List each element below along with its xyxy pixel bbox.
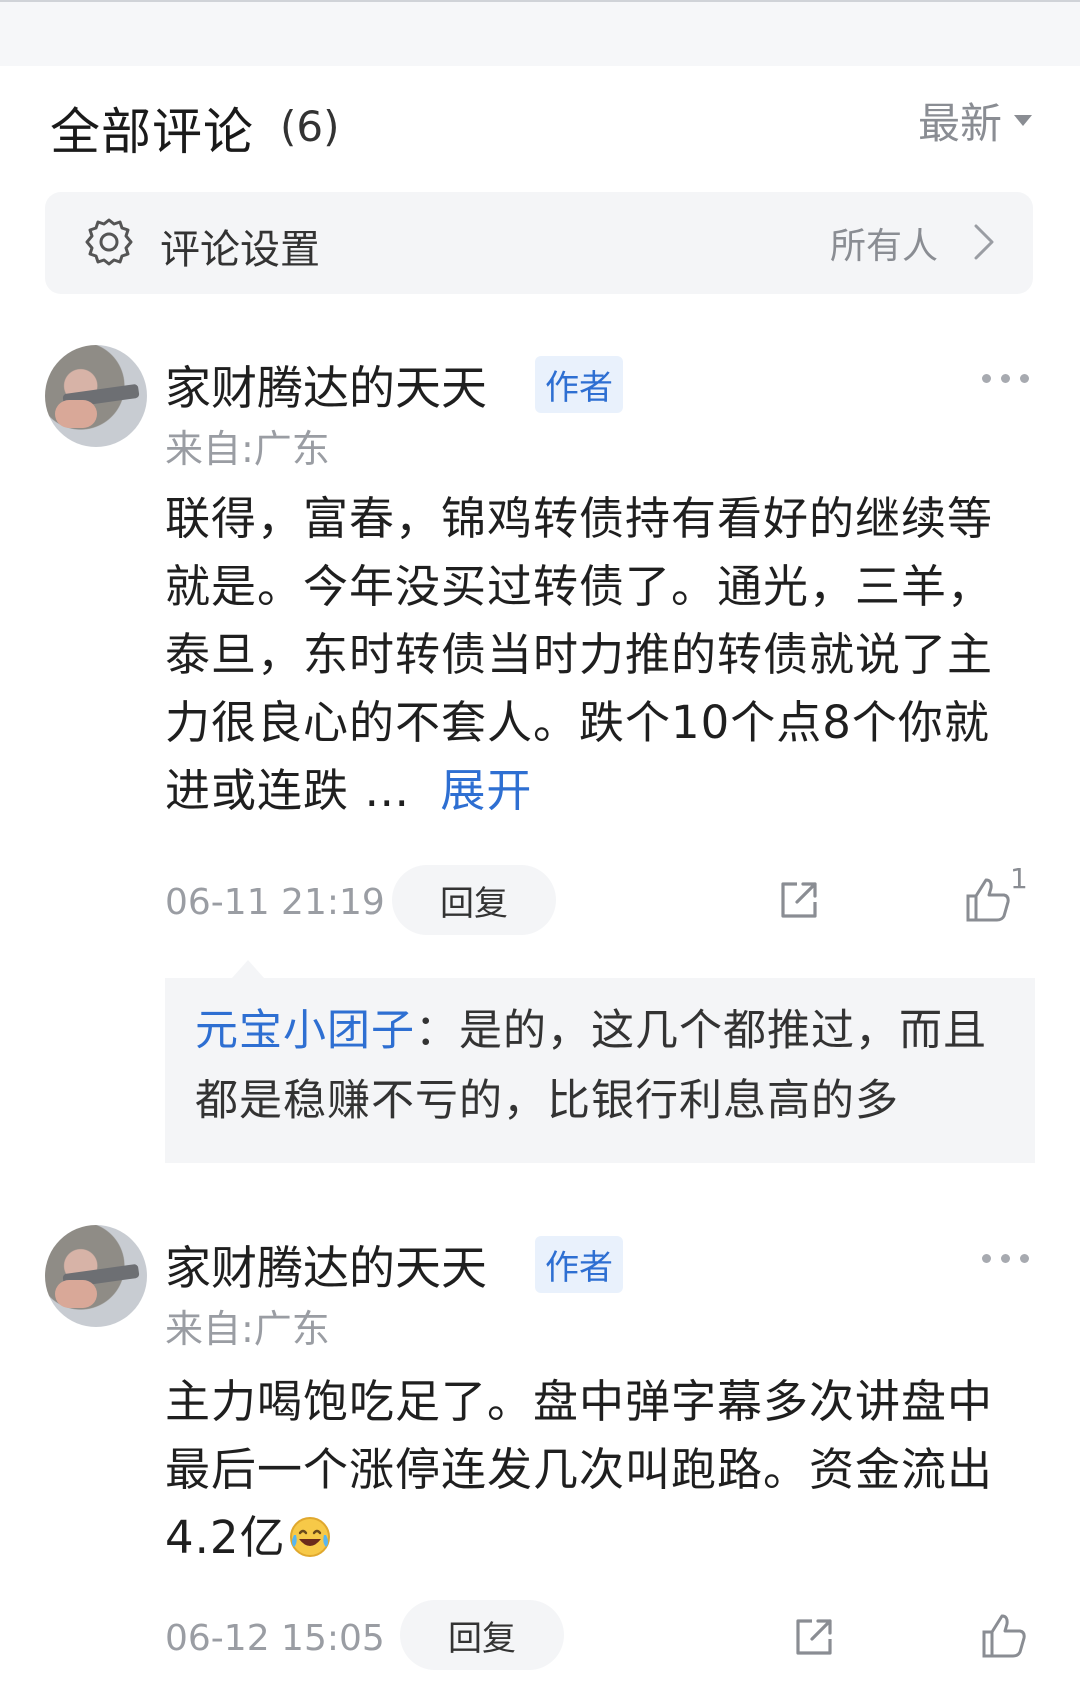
- author-badge: 作者: [535, 1236, 623, 1293]
- comment-body: 联得，富春，锦鸡转债持有看好的继续等就是。今年没买过转债了。通光，三羊，泰旦，东…: [165, 492, 994, 817]
- chevron-right-icon: [974, 224, 994, 260]
- comments-title: 全部评论: [50, 103, 254, 161]
- top-divider-strip: [0, 0, 1080, 66]
- gear-icon: [85, 218, 133, 266]
- like-count: 1: [1010, 862, 1028, 895]
- sub-reply-text: 元宝小团子：是的，这几个都推过，而且都是稳赚不亏的，比银行利息高的多: [195, 996, 1015, 1136]
- comment-text: 主力喝饱吃足了。盘中弹字幕多次讲盘中最后一个涨停连发几次叫跑路。资金流出4.2亿: [165, 1368, 1035, 1572]
- comment-username[interactable]: 家财腾达的天天: [165, 352, 487, 418]
- sort-dropdown[interactable]: 最新: [918, 90, 1032, 151]
- comment-location: 来自:广东: [165, 1307, 330, 1351]
- comment-text: 联得，富春，锦鸡转债持有看好的继续等就是。今年没买过转债了。通光，三羊，泰旦，东…: [165, 485, 1035, 825]
- reply-button[interactable]: 回复: [400, 1600, 564, 1670]
- thumbs-up-icon[interactable]: [978, 1610, 1030, 1662]
- comment-username[interactable]: 家财腾达的天天: [165, 1232, 487, 1298]
- comment-settings-value: 所有人: [829, 226, 938, 267]
- expand-link[interactable]: 展开: [440, 764, 532, 817]
- avatar[interactable]: [45, 1225, 147, 1327]
- share-icon[interactable]: [790, 1613, 838, 1661]
- sub-reply-separator: ：: [415, 1006, 459, 1056]
- sub-reply-pointer: [232, 960, 264, 978]
- more-options-icon[interactable]: [982, 371, 1030, 385]
- sub-reply-box[interactable]: 元宝小团子：是的，这几个都推过，而且都是稳赚不亏的，比银行利息高的多: [165, 978, 1035, 1163]
- sort-label: 最新: [917, 99, 1002, 148]
- comments-header: 全部评论 (6) 最新: [50, 88, 1032, 161]
- avatar[interactable]: [45, 345, 147, 447]
- caret-down-icon: [1014, 115, 1032, 126]
- laughing-crying-emoji-icon: [289, 1517, 330, 1557]
- comment-settings-row[interactable]: 评论设置 所有人: [45, 192, 1033, 294]
- more-options-icon[interactable]: [982, 1251, 1030, 1265]
- sub-reply-username[interactable]: 元宝小团子: [195, 1006, 415, 1056]
- comment-timestamp: 06-11 21:19: [165, 882, 385, 923]
- comment-settings-label: 评论设置: [160, 227, 320, 273]
- comment-timestamp: 06-12 15:05: [165, 1618, 385, 1659]
- thumbs-up-icon[interactable]: [962, 874, 1014, 926]
- reply-button[interactable]: 回复: [392, 865, 556, 935]
- author-badge: 作者: [535, 356, 623, 413]
- share-icon[interactable]: [775, 876, 823, 924]
- comment-location: 来自:广东: [165, 427, 330, 471]
- comments-count: (6): [280, 102, 340, 151]
- comments-page: 全部评论 (6) 最新 评论设置 所有人 家财腾达的天天 作者 来自:广东 联得…: [0, 0, 1080, 1703]
